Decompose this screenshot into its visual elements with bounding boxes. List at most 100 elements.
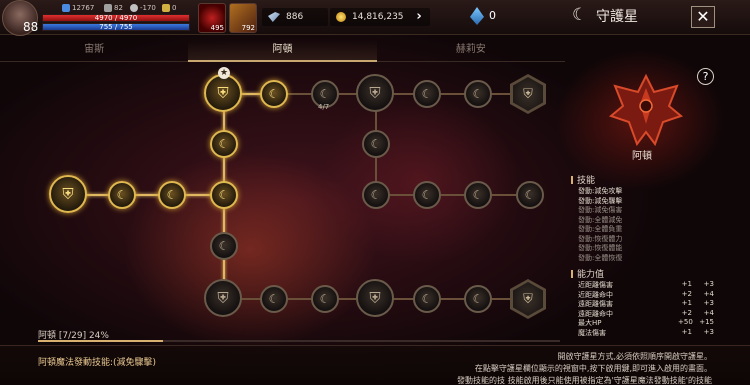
star-node[interactable]: ☾	[158, 181, 186, 209]
skill-item: 發動:減免傷害	[578, 206, 623, 214]
star-node[interactable]: ☾	[413, 285, 441, 313]
star-node[interactable]: ☾	[108, 181, 136, 209]
skill-item: 發動:減免驟擊	[578, 196, 623, 205]
star-node[interactable]: ☾	[210, 181, 238, 209]
skill-item: 發動:恢復體力	[578, 234, 623, 243]
ability-value-current: +1	[681, 299, 692, 307]
ability-label: 魔法傷害	[578, 328, 606, 337]
description-line: 在點擊守護星欄位顯示的視窗中,按下啟用鍵,即可進入啟用的畫面。	[474, 364, 712, 373]
ability-value-max: +3	[703, 280, 714, 288]
star-node[interactable]: ☾	[311, 285, 339, 313]
ability-label: 最大HP	[578, 319, 602, 327]
ability-value-max: +4	[703, 308, 714, 317]
top-bar: 88 12767 82 -170 0 4970 / 4970 755 / 755…	[0, 0, 750, 36]
ability-value-current: +2	[681, 289, 692, 298]
hp-text: 4970 / 4970	[94, 14, 138, 22]
quill-slot[interactable]: 792	[229, 3, 257, 33]
stat-attack: 12767	[62, 4, 94, 12]
help-button[interactable]: ?	[697, 68, 714, 85]
skill-item: 發動:減免攻擊	[578, 187, 623, 195]
auto-skill-text: 阿頓魔法發動技能:(減免驟擊)	[38, 358, 157, 368]
star-node[interactable]: ☾	[413, 80, 441, 108]
skills-title: 技能	[571, 173, 595, 186]
star-node[interactable]: ☾	[362, 181, 390, 209]
description: 開啟守護星方式,必須依照順序開啟守護星。 在點擊守護星欄位顯示的視窗中,按下啟用…	[457, 351, 712, 385]
stat-alignment: -170	[130, 4, 156, 12]
crystal-icon	[268, 12, 280, 22]
gem-count: 0	[489, 9, 496, 22]
ability-row: 遠距離傷害 +1 +3	[578, 299, 718, 309]
star-node[interactable]: ☾	[516, 181, 544, 209]
star-node-hex[interactable]: ⛨	[510, 74, 546, 114]
quill-count: 792	[241, 24, 255, 32]
link-line	[68, 194, 223, 196]
ability-label: 遠距離傷害	[578, 300, 613, 308]
currency-expand-button[interactable]: ›	[410, 8, 428, 26]
tab-zeus[interactable]: 宙斯	[0, 40, 189, 62]
star-node-hex[interactable]: ⛨	[510, 279, 546, 319]
stat-weight: 0	[162, 4, 176, 12]
helmet-icon	[130, 4, 138, 12]
star-node[interactable]: ⛨	[204, 279, 242, 317]
ability-row: 近距離命中 +2 +4	[578, 290, 718, 300]
coin-icon	[336, 12, 346, 22]
ability-label: 近距離命中	[578, 290, 613, 299]
description-line: 開啟守護星方式,必須依照順序開啟守護星。	[557, 352, 712, 361]
ability-value-max: +3	[703, 327, 714, 336]
link-line	[375, 194, 530, 196]
star-node[interactable]: ☾	[210, 130, 238, 158]
tab-bar: 宙斯 阿頓 赫莉安	[0, 40, 565, 62]
potion-slot[interactable]: 495	[198, 3, 226, 33]
ability-value-max: +4	[703, 289, 714, 298]
ability-value-current: +1	[681, 327, 692, 336]
star-node[interactable]: ☾	[464, 80, 492, 108]
sword-icon	[62, 4, 70, 12]
ability-value-current: +2	[681, 308, 692, 317]
stat-defense: 82	[104, 4, 123, 12]
star-node[interactable]: ☾	[464, 285, 492, 313]
star-guard-icon: ☾	[572, 5, 588, 25]
star-node-start[interactable]: ⛨	[204, 74, 242, 112]
ability-label: 近距離傷害	[578, 281, 613, 289]
star-node[interactable]: ☾	[464, 181, 492, 209]
node-counter: 4/7	[318, 103, 330, 111]
ability-value-current: +1	[681, 280, 692, 288]
progress-bar	[38, 340, 560, 342]
shield-icon	[104, 4, 112, 12]
constellation-map: ⛨ ★ ☾ ☾ 4/7 ⛨ ☾ ☾ ⛨ ☾ ☾ ⛨ ☾ ☾ ☾ ☾ ☾ ☾ ☾ …	[0, 62, 565, 342]
tab-helian[interactable]: 赫莉安	[376, 40, 565, 62]
star-node[interactable]: ⛨	[356, 74, 394, 112]
skill-item: 發動:全體減免	[578, 215, 623, 224]
skill-item: 發動:全體負重	[578, 225, 623, 233]
star-node[interactable]: ⛨	[356, 279, 394, 317]
star-node[interactable]: ☾	[362, 130, 390, 158]
star-node-origin[interactable]: ⛨	[49, 175, 87, 213]
star-node[interactable]: ☾	[260, 80, 288, 108]
mp-text: 755 / 755	[99, 23, 133, 31]
ability-row: 遠距離命中 +2 +4	[578, 309, 718, 319]
ability-label: 遠距離命中	[578, 309, 613, 318]
hp-bar: 4970 / 4970	[42, 14, 190, 22]
aten-emblem-icon	[608, 73, 684, 147]
ability-value-max: +15	[699, 318, 714, 326]
close-button[interactable]: ✕	[691, 6, 715, 28]
star-node[interactable]: ☾	[210, 232, 238, 260]
star-node[interactable]: ☾	[260, 285, 288, 313]
skill-item: 發動:恢復體能	[578, 244, 623, 252]
page-title: 守護星	[596, 9, 638, 25]
level-text: 88	[23, 20, 39, 34]
star-marker-icon: ★	[218, 67, 230, 79]
potion-count: 495	[210, 24, 224, 32]
avatar[interactable]: 88	[2, 0, 38, 36]
mp-bar: 755 / 755	[42, 23, 190, 31]
ability-value-current: +50	[678, 318, 693, 326]
tab-aten[interactable]: 阿頓	[188, 40, 377, 62]
star-node[interactable]: ☾	[413, 181, 441, 209]
emblem-icon: ⛨	[513, 282, 543, 316]
emblem-icon: ⛨	[513, 77, 543, 111]
ability-row: 近距離傷害 +1 +3	[578, 280, 718, 290]
ability-row: 魔法傷害 +1 +3	[578, 328, 718, 338]
trophy-icon	[162, 4, 170, 12]
skill-item: 發動:全體恢復	[578, 253, 623, 262]
abilities-title: 能力值	[571, 267, 604, 280]
